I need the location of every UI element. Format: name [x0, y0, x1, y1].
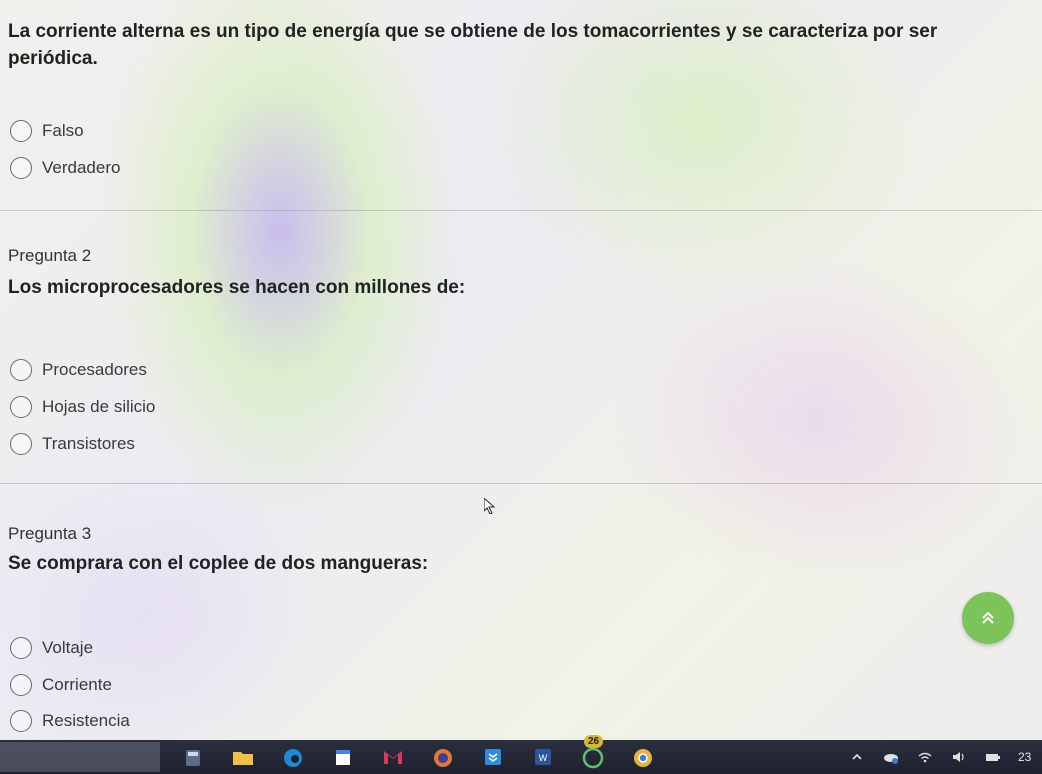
- whatsapp-app[interactable]: 26: [578, 735, 608, 770]
- radio-button[interactable]: [10, 396, 32, 418]
- firefox-app[interactable]: [428, 744, 458, 770]
- file-explorer-app[interactable]: [228, 744, 258, 770]
- question-divider: [0, 483, 1042, 484]
- option-falso[interactable]: Falso: [10, 118, 84, 144]
- option-voltaje[interactable]: Voltaje: [10, 635, 93, 661]
- wifi-icon[interactable]: [916, 748, 934, 766]
- taskbar-search-box[interactable]: [0, 742, 160, 772]
- gmail-icon: [384, 751, 402, 764]
- dropbox-app[interactable]: [478, 744, 508, 770]
- radio-button[interactable]: [10, 710, 32, 732]
- question-1-text: La corriente alterna es un tipo de energ…: [8, 21, 938, 69]
- option-resistencia[interactable]: Resistencia: [10, 708, 130, 734]
- word-app[interactable]: W: [528, 744, 558, 770]
- chrome-app[interactable]: [628, 744, 658, 770]
- volume-icon[interactable]: [950, 748, 968, 766]
- notification-badge: 26: [584, 735, 604, 748]
- option-label: Falso: [42, 121, 84, 140]
- option-transistores[interactable]: Transistores: [10, 431, 135, 457]
- option-label: Procesadores: [42, 360, 147, 379]
- quiz-content: La corriente alterna es un tipo de energ…: [0, 0, 1042, 740]
- firefox-icon: [434, 749, 452, 767]
- dropbox-icon: [485, 749, 501, 765]
- option-label: Transistores: [42, 434, 135, 453]
- option-label: Verdadero: [42, 158, 121, 177]
- calculator-icon: [186, 750, 200, 766]
- double-chevron-up-icon: [982, 611, 994, 624]
- option-label: Resistencia: [42, 711, 130, 730]
- question-2-heading: Pregunta 2: [8, 246, 92, 265]
- radio-button[interactable]: [10, 359, 32, 381]
- option-label: Hojas de silicio: [42, 397, 156, 416]
- option-procesadores[interactable]: Procesadores: [10, 357, 147, 383]
- chevron-up-icon[interactable]: [848, 748, 866, 766]
- radio-button[interactable]: [10, 637, 32, 659]
- svg-text:W: W: [539, 753, 548, 763]
- battery-icon[interactable]: [984, 748, 1002, 766]
- calendar-app[interactable]: [328, 744, 358, 770]
- scroll-to-top-button[interactable]: [962, 592, 1014, 644]
- edge-app[interactable]: [278, 744, 308, 770]
- system-tray: 23: [848, 740, 1042, 774]
- chrome-icon: [634, 749, 652, 767]
- taskbar-clock[interactable]: 23: [1018, 750, 1038, 764]
- folder-icon: [233, 752, 253, 765]
- mouse-cursor-icon: [484, 498, 496, 514]
- option-corriente[interactable]: Corriente: [10, 672, 112, 698]
- gmail-app[interactable]: [378, 744, 408, 770]
- cloud-icon[interactable]: [882, 748, 900, 766]
- question-3-heading: Pregunta 3: [8, 524, 92, 543]
- option-label: Voltaje: [42, 638, 94, 657]
- option-verdadero[interactable]: Verdadero: [10, 155, 120, 181]
- taskbar-apps: W 26: [178, 735, 658, 770]
- word-icon: W: [535, 749, 551, 765]
- question-3-text: Se comprara con el coplee de dos manguer…: [8, 553, 429, 574]
- calendar-icon: [336, 750, 350, 765]
- calculator-app[interactable]: [178, 744, 208, 770]
- edge-icon: [284, 749, 302, 767]
- question-2-text: Los microprocesadores se hacen con millo…: [8, 277, 466, 298]
- question-divider: [0, 210, 1042, 211]
- radio-button[interactable]: [10, 120, 32, 142]
- radio-button[interactable]: [10, 433, 32, 455]
- radio-button[interactable]: [10, 674, 32, 696]
- taskbar: W 26 23: [0, 735, 1042, 774]
- radio-button[interactable]: [10, 157, 32, 179]
- option-label: Corriente: [42, 675, 112, 694]
- option-hojas-de-silicio[interactable]: Hojas de silicio: [10, 394, 155, 420]
